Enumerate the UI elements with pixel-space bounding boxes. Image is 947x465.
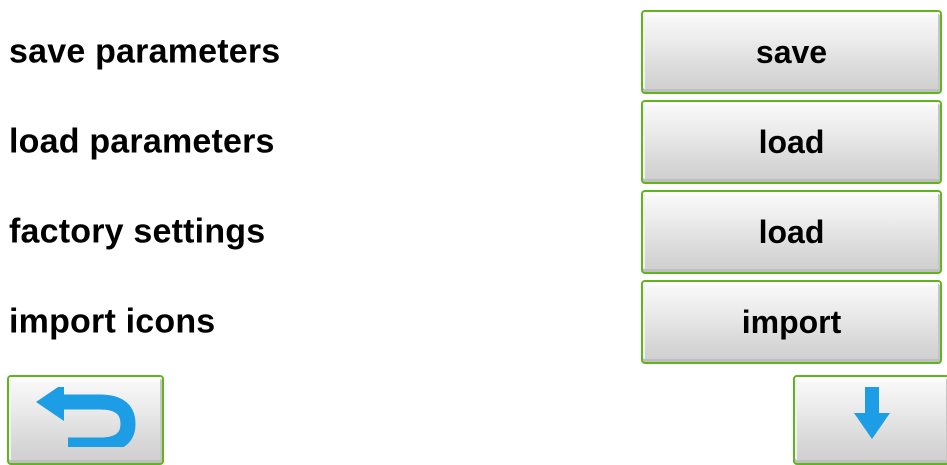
factory-settings-label: factory settings bbox=[9, 212, 266, 251]
row-save-parameters: save parameters save bbox=[0, 8, 947, 96]
down-arrow-icon bbox=[853, 387, 890, 439]
load-parameters-label: load parameters bbox=[9, 122, 275, 161]
save-button[interactable]: save bbox=[641, 10, 942, 94]
import-icons-label: import icons bbox=[9, 302, 216, 341]
import-button[interactable]: import bbox=[641, 280, 942, 364]
save-parameters-label: save parameters bbox=[9, 32, 281, 71]
back-button[interactable] bbox=[7, 375, 164, 465]
factory-settings-button-label: load bbox=[758, 213, 825, 250]
row-factory-settings: factory settings load bbox=[0, 188, 947, 276]
row-load-parameters: load parameters load bbox=[0, 98, 947, 186]
back-arrow-icon bbox=[35, 387, 135, 447]
import-button-label: import bbox=[741, 303, 842, 340]
load-parameters-button[interactable]: load bbox=[641, 100, 942, 184]
factory-settings-load-button[interactable]: load bbox=[641, 190, 942, 274]
scroll-down-button[interactable] bbox=[793, 375, 947, 465]
row-import-icons: import icons import bbox=[0, 278, 947, 366]
save-button-label: save bbox=[755, 33, 828, 70]
load-parameters-button-label: load bbox=[758, 123, 825, 160]
